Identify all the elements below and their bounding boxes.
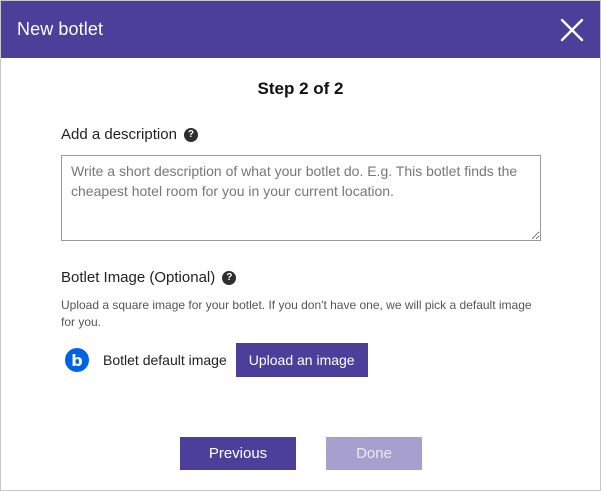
dialog-title: New botlet	[17, 19, 104, 39]
description-label: Add a description	[61, 126, 177, 143]
previous-button[interactable]: Previous	[180, 437, 296, 470]
close-button[interactable]	[544, 1, 600, 58]
done-button[interactable]: Done	[326, 437, 422, 470]
image-row: b Botlet default image Upload an image	[65, 343, 368, 377]
default-image-label: Botlet default image	[103, 352, 227, 368]
description-field[interactable]	[61, 155, 541, 241]
step-indicator: Step 2 of 2	[257, 79, 344, 98]
close-icon	[560, 18, 584, 41]
dialog-titlebar: New botlet	[1, 1, 600, 58]
description-label-row: Add a description ?	[61, 126, 198, 143]
new-botlet-dialog: New botlet Step 2 of 2 Add a description…	[0, 0, 601, 491]
help-icon[interactable]: ?	[183, 127, 198, 142]
help-icon[interactable]: ?	[222, 270, 237, 285]
image-hint: Upload a square image for your botlet. I…	[61, 298, 532, 329]
upload-image-button[interactable]: Upload an image	[235, 343, 368, 377]
botlet-default-logo: b	[65, 348, 89, 372]
image-label: Botlet Image (Optional)	[61, 269, 216, 286]
image-label-row: Botlet Image (Optional) ?	[61, 269, 237, 286]
